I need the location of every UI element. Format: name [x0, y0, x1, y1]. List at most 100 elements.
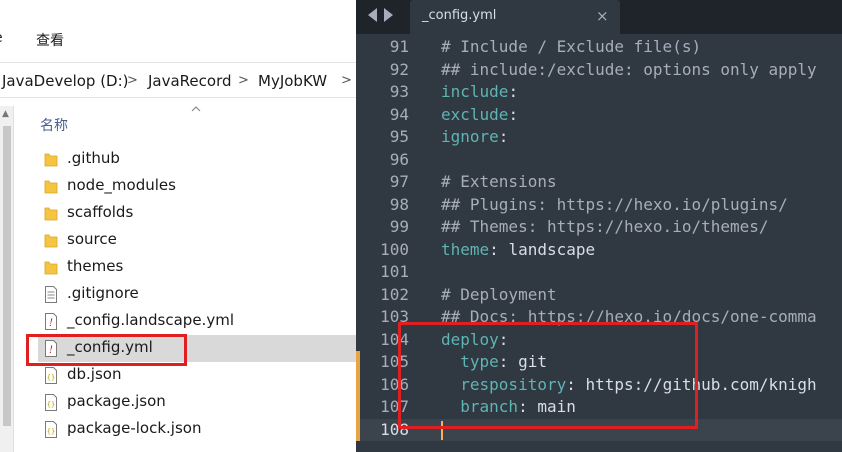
- line-number: 92: [389, 59, 409, 79]
- line-number: 94: [389, 104, 409, 124]
- chevron-right-icon[interactable]: >: [127, 73, 138, 88]
- code-token: ## include:/exclude: options only apply: [441, 59, 817, 79]
- svg-text:{}: {}: [47, 428, 55, 436]
- code-line[interactable]: 98 ## Plugins: https://hexo.io/plugins/: [356, 194, 842, 217]
- file-name: _config.landscape.yml: [67, 311, 234, 329]
- arrow-left-icon[interactable]: [368, 8, 377, 22]
- line-content: # Include / Exclude file(s): [441, 36, 701, 59]
- file-name: .github: [67, 149, 120, 167]
- code-token: :: [489, 239, 509, 259]
- file-name: themes: [67, 257, 124, 275]
- line-number: 101: [380, 262, 409, 281]
- breadcrumb-drive[interactable]: JavaDevelop (D:): [2, 72, 129, 90]
- svg-text:!: !: [49, 318, 53, 329]
- line-content: # Deployment: [441, 284, 557, 307]
- file-list-item[interactable]: .github: [40, 146, 356, 173]
- folder-icon: [44, 153, 58, 167]
- line-content: theme: landscape: [441, 239, 595, 262]
- column-header-name[interactable]: 名称: [40, 115, 68, 135]
- code-line[interactable]: 97 # Extensions: [356, 171, 842, 194]
- scroll-up-arrow-icon[interactable]: ▲: [2, 109, 9, 119]
- code-token: :: [508, 82, 519, 101]
- editor-tab-bar: _config.yml ×: [356, 0, 842, 34]
- file-list-item[interactable]: themes: [40, 254, 356, 281]
- code-token: # Extensions: [441, 172, 557, 191]
- line-number: 91: [389, 37, 409, 56]
- tab-navigation: [364, 8, 404, 24]
- editor-tab-title: _config.yml: [422, 8, 497, 23]
- ribbon-tab-view[interactable]: 查看: [36, 30, 64, 50]
- code-line[interactable]: 91 # Include / Exclude file(s): [356, 36, 842, 59]
- file-explorer-window: e 查看 JavaDevelop (D:) > JavaRecord > MyJ…: [0, 0, 356, 452]
- json-file-icon: {}: [45, 421, 57, 438]
- file-name: scaffolds: [67, 203, 134, 221]
- code-token: # Deployment: [441, 284, 557, 304]
- text-file-icon: [45, 286, 57, 303]
- file-name: .gitignore: [67, 284, 139, 302]
- file-name: node_modules: [67, 176, 176, 194]
- code-line[interactable]: 99 ## Themes: https://hexo.io/themes/: [356, 216, 842, 239]
- address-bar[interactable]: JavaDevelop (D:) > JavaRecord > MyJobKW …: [0, 62, 356, 98]
- code-token: ## Themes: https://hexo.io/themes/: [441, 217, 769, 236]
- annotation-highlight-box: [398, 322, 698, 429]
- folder-icon: [44, 207, 58, 221]
- code-line[interactable]: 102 # Deployment: [356, 284, 842, 307]
- scrollbar-thumb[interactable]: [3, 126, 11, 426]
- arrow-right-icon[interactable]: [384, 8, 393, 22]
- line-number: 97: [389, 172, 409, 191]
- file-list-item[interactable]: {} package.json: [40, 389, 356, 416]
- code-line[interactable]: 92 ## include:/exclude: options only appl…: [356, 59, 842, 82]
- code-token: exclude: [441, 104, 509, 124]
- code-token: ## Plugins: https://hexo.io/plugins/: [441, 194, 788, 214]
- code-token: theme: [441, 239, 490, 259]
- code-line[interactable]: 94 exclude:: [356, 104, 842, 127]
- code-line[interactable]: 93 include:: [356, 81, 842, 104]
- code-line[interactable]: 100 theme: landscape: [356, 239, 842, 262]
- line-number: 95: [389, 127, 409, 146]
- code-token: :: [508, 104, 519, 124]
- line-number: 96: [389, 149, 409, 169]
- code-token: landscape: [508, 239, 596, 259]
- ribbon-tab-share[interactable]: e: [0, 30, 3, 46]
- code-line[interactable]: 95 ignore:: [356, 126, 842, 149]
- file-list-item[interactable]: source: [40, 227, 356, 254]
- file-name: db.json: [67, 365, 122, 383]
- line-number: 100: [380, 239, 409, 259]
- ribbon: e 查看: [0, 0, 356, 60]
- file-list-item[interactable]: ! _config.landscape.yml: [40, 308, 356, 335]
- line-number: 93: [389, 82, 409, 101]
- folder-icon: [44, 234, 58, 248]
- breadcrumb-myjobkw[interactable]: MyJobKW: [258, 72, 327, 90]
- line-number: 99: [389, 217, 409, 236]
- file-name: source: [67, 230, 117, 248]
- code-line[interactable]: 96: [356, 149, 842, 172]
- line-number: 102: [380, 284, 409, 304]
- json-file-icon: {}: [45, 394, 57, 411]
- file-list-item[interactable]: .gitignore: [40, 281, 356, 308]
- line-content: ## Plugins: https://hexo.io/plugins/: [441, 194, 788, 217]
- editor-tab-config-yml[interactable]: _config.yml ×: [410, 0, 620, 34]
- file-list-item[interactable]: {} db.json: [40, 362, 356, 389]
- close-icon[interactable]: ×: [596, 7, 609, 25]
- svg-text:{}: {}: [47, 374, 55, 382]
- chevron-right-icon[interactable]: >: [341, 73, 352, 88]
- file-name: package-lock.json: [67, 419, 202, 437]
- breadcrumb-javarecord[interactable]: JavaRecord: [148, 72, 232, 90]
- chevron-right-icon[interactable]: >: [238, 73, 249, 88]
- code-token: include: [441, 82, 509, 101]
- line-content: ## include:/exclude: options only apply: [441, 59, 817, 82]
- file-list-item[interactable]: node_modules: [40, 173, 356, 200]
- code-token: # Include / Exclude file(s): [441, 37, 702, 56]
- file-name: package.json: [67, 392, 166, 410]
- navigation-pane-scrollbar[interactable]: ▲: [0, 106, 14, 452]
- code-line[interactable]: 101: [356, 261, 842, 284]
- folder-icon: [44, 180, 58, 194]
- svg-text:{}: {}: [47, 401, 55, 409]
- file-list-item[interactable]: scaffolds: [40, 200, 356, 227]
- line-content: # Extensions: [441, 171, 557, 194]
- line-content: include:: [441, 81, 518, 104]
- line-content: ignore:: [441, 126, 508, 149]
- folder-icon: [44, 261, 58, 275]
- file-list-item[interactable]: {} package-lock.json: [40, 416, 356, 443]
- sort-ascending-icon: [191, 106, 201, 112]
